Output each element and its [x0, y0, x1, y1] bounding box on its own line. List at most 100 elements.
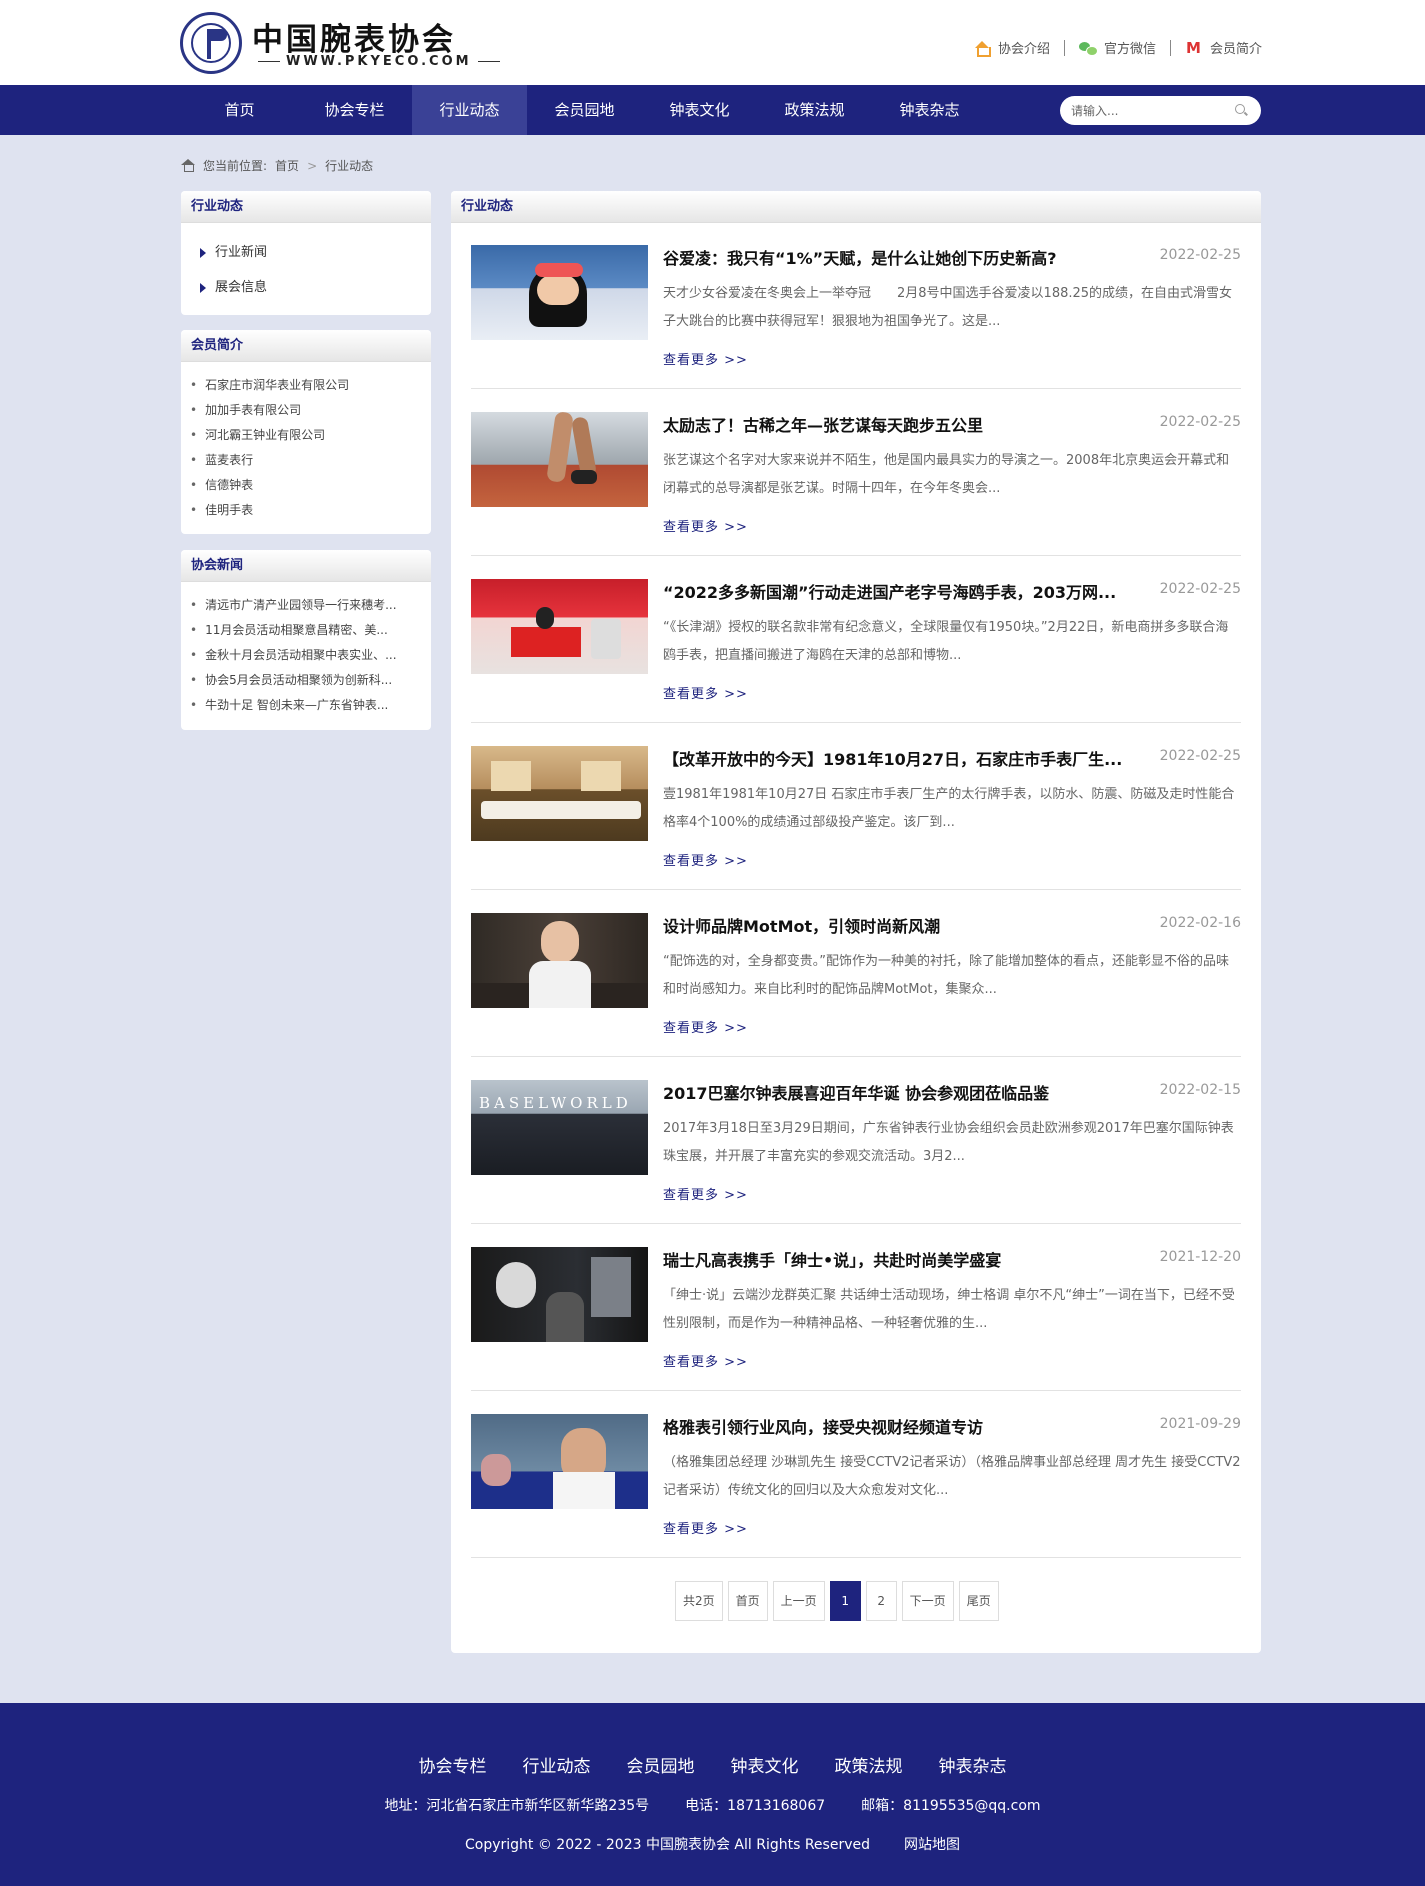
read-more-link[interactable]: 查看更多 >> [663, 516, 748, 535]
member-link[interactable]: 河北霸王钟业有限公司 [190, 428, 325, 442]
search-icon[interactable] [1235, 104, 1245, 114]
breadcrumb: 您当前位置: 首页 > 行业动态 [181, 157, 373, 174]
search-input[interactable] [1071, 100, 1231, 121]
article-title[interactable]: 太励志了！古稀之年—张艺谋每天跑步五公里 [663, 412, 1143, 436]
panel-title: 协会新闻 [181, 550, 431, 582]
sidebar-item-news[interactable]: 行业新闻 [200, 235, 431, 270]
member-link[interactable]: 石家庄市润华表业有限公司 [190, 378, 349, 392]
article-date: 2022-02-25 [1159, 414, 1241, 430]
article-summary: “配饰选的对，全身都变贵。”配饰作为一种美的衬托，除了能增加整体的看点，还能彰显… [663, 954, 1229, 997]
read-more-link[interactable]: 查看更多 >> [663, 349, 748, 368]
wechat-icon [1078, 40, 1098, 56]
nav-item-culture[interactable]: 钟表文化 [642, 85, 757, 135]
article-thumbnail[interactable] [471, 245, 648, 340]
footer-address: 地址：河北省石家庄市新华区新华路235号 [384, 1798, 650, 1814]
read-more-link[interactable]: 查看更多 >> [663, 683, 748, 702]
footer-phone: 电话：18713168067 [685, 1798, 826, 1814]
toplink-wechat-label: 官方微信 [1103, 42, 1156, 57]
member-link[interactable]: 加加手表有限公司 [190, 403, 301, 417]
breadcrumb-prefix: 您当前位置: [203, 159, 268, 173]
article-summary: （格雅集团总经理 沙琳凯先生 接受CCTV2记者采访）（格雅品牌事业部总经理 周… [663, 1455, 1241, 1498]
article-date: 2022-02-25 [1159, 748, 1241, 764]
member-link[interactable]: 信德钟表 [190, 478, 253, 492]
breadcrumb-current[interactable]: 行业动态 [325, 157, 373, 174]
sidebar-item-exhibitions[interactable]: 展会信息 [200, 270, 431, 305]
page-next[interactable]: 下一页 [901, 1581, 954, 1621]
news-link[interactable]: 协会5月会员活动相聚领为创新科... [190, 673, 392, 687]
read-more-link[interactable]: 查看更多 >> [663, 1184, 748, 1203]
page-number[interactable]: 2 [865, 1581, 897, 1621]
nav-item-home[interactable]: 首页 [182, 85, 297, 135]
article-thumbnail[interactable] [471, 1247, 648, 1342]
news-link[interactable]: 清远市广清产业园领导一行来穗考... [190, 598, 397, 612]
nav-item-members[interactable]: 会员园地 [527, 85, 642, 135]
sidebar-item-label: 展会信息 [215, 280, 268, 295]
read-more-link[interactable]: 查看更多 >> [663, 1351, 748, 1370]
footer-nav-column[interactable]: 协会专栏 [419, 1752, 487, 1777]
logo-title: 中国腕表协会 [252, 22, 456, 58]
article-summary: 张艺谋这个名字对大家来说并不陌生，他是国内最具实力的导演之一。2008年北京奥运… [663, 453, 1230, 496]
triangle-right-icon [200, 282, 206, 293]
logo-url: WWW.PKYECO.COM [252, 54, 506, 69]
article-item: 格雅表引领行业风向，接受央视财经频道专访 2021-09-29 （格雅集团总经理… [471, 1391, 1241, 1558]
article-thumbnail[interactable] [471, 412, 648, 507]
nav-item-column[interactable]: 协会专栏 [297, 85, 412, 135]
article-thumbnail[interactable] [471, 746, 648, 841]
site-header: 中国腕表协会 WWW.PKYECO.COM 协会介绍 官方微信 会员简介 [0, 0, 1425, 85]
footer-nav-magazine[interactable]: 钟表杂志 [939, 1752, 1007, 1777]
nav-item-magazine[interactable]: 钟表杂志 [872, 85, 987, 135]
footer-nav-culture[interactable]: 钟表文化 [731, 1752, 799, 1777]
toplink-members[interactable]: 会员简介 [1185, 38, 1262, 58]
footer-nav-industry[interactable]: 行业动态 [523, 1752, 591, 1777]
read-more-link[interactable]: 查看更多 >> [663, 850, 748, 869]
article-thumbnail[interactable] [471, 913, 648, 1008]
article-thumbnail[interactable] [471, 1414, 648, 1509]
footer-nav-members[interactable]: 会员园地 [627, 1752, 695, 1777]
article-summary: 壹1981年1981年10月27日 石家庄市手表厂生产的太行牌手表，以防水、防震… [663, 787, 1235, 830]
breadcrumb-home[interactable]: 首页 [275, 157, 299, 174]
news-link[interactable]: 金秋十月会员活动相聚中表实业、... [190, 648, 397, 662]
article-title[interactable]: 2017巴塞尔钟表展喜迎百年华诞 协会参观团莅临品鉴 [663, 1080, 1143, 1104]
pagination: 共2页 首页 上一页 1 2 下一页 尾页 [675, 1581, 999, 1621]
article-summary: 天才少女谷爱凌在冬奥会上一举夺冠 2月8号中国选手谷爱凌以188.25的成绩，在… [663, 286, 1233, 329]
footer-sitemap-link[interactable]: 网站地图 [904, 1834, 960, 1854]
news-link[interactable]: 牛劲十足 智创未来—广东省钟表... [190, 698, 388, 712]
article-thumbnail[interactable]: BASELWORLD [471, 1080, 648, 1175]
nav-item-industry[interactable]: 行业动态 [412, 85, 527, 135]
article-title[interactable]: 谷爱凌：我只有“1%”天赋，是什么让她创下历史新高? [663, 245, 1143, 269]
member-link[interactable]: 佳明手表 [190, 503, 253, 517]
panel-title: 会员简介 [181, 330, 431, 362]
nav-item-policy[interactable]: 政策法规 [757, 85, 872, 135]
article-title[interactable]: 瑞士凡高表携手「绅士•说」，共赴时尚美学盛宴 [663, 1247, 1143, 1271]
member-link[interactable]: 蓝麦表行 [190, 453, 253, 467]
read-more-link[interactable]: 查看更多 >> [663, 1017, 748, 1036]
footer-copyright: Copyright © 2022 - 2023 中国腕表协会 All Right… [465, 1837, 870, 1853]
toplink-wechat[interactable]: 官方微信 [1078, 38, 1156, 57]
news-link[interactable]: 11月会员活动相聚意昌精密、美... [190, 623, 388, 637]
toplink-about[interactable]: 协会介绍 [973, 38, 1050, 57]
article-item: “2022多多新国潮”行动走进国产老字号海鸥手表，203万网... 2022-0… [471, 556, 1241, 723]
article-date: 2022-02-25 [1159, 247, 1241, 263]
site-footer: 协会专栏 行业动态 会员园地 钟表文化 政策法规 钟表杂志 地址：河北省石家庄市… [0, 1703, 1425, 1886]
footer-nav-policy[interactable]: 政策法规 [835, 1752, 903, 1777]
article-title[interactable]: 【改革开放中的今天】1981年10月27日，石家庄市手表厂生... [663, 746, 1143, 770]
home-icon [973, 40, 991, 57]
article-thumbnail[interactable] [471, 579, 648, 674]
article-title[interactable]: 设计师品牌MotMot，引领时尚新风潮 [663, 913, 1143, 937]
read-more-link[interactable]: 查看更多 >> [663, 1518, 748, 1537]
article-item: 【改革开放中的今天】1981年10月27日，石家庄市手表厂生... 2022-0… [471, 723, 1241, 890]
page-first[interactable]: 首页 [727, 1581, 768, 1621]
triangle-right-icon [200, 247, 206, 258]
footer-email: 邮箱：81195535@qq.com [861, 1798, 1041, 1814]
page-total: 共2页 [675, 1581, 723, 1621]
article-item: 太励志了！古稀之年—张艺谋每天跑步五公里 2022-02-25 张艺谋这个名字对… [471, 389, 1241, 556]
panel-title: 行业动态 [451, 191, 1261, 223]
thumbnail-caption: BASELWORLD [479, 1094, 632, 1112]
site-logo[interactable]: 中国腕表协会 WWW.PKYECO.COM [180, 12, 470, 74]
page-number-current[interactable]: 1 [829, 1581, 861, 1621]
page-prev[interactable]: 上一页 [772, 1581, 825, 1621]
main-nav: 首页 协会专栏 行业动态 会员园地 钟表文化 政策法规 钟表杂志 [0, 85, 1425, 135]
page-last[interactable]: 尾页 [958, 1581, 999, 1621]
article-title[interactable]: “2022多多新国潮”行动走进国产老字号海鸥手表，203万网... [663, 579, 1143, 603]
article-title[interactable]: 格雅表引领行业风向，接受央视财经频道专访 [663, 1414, 1143, 1438]
